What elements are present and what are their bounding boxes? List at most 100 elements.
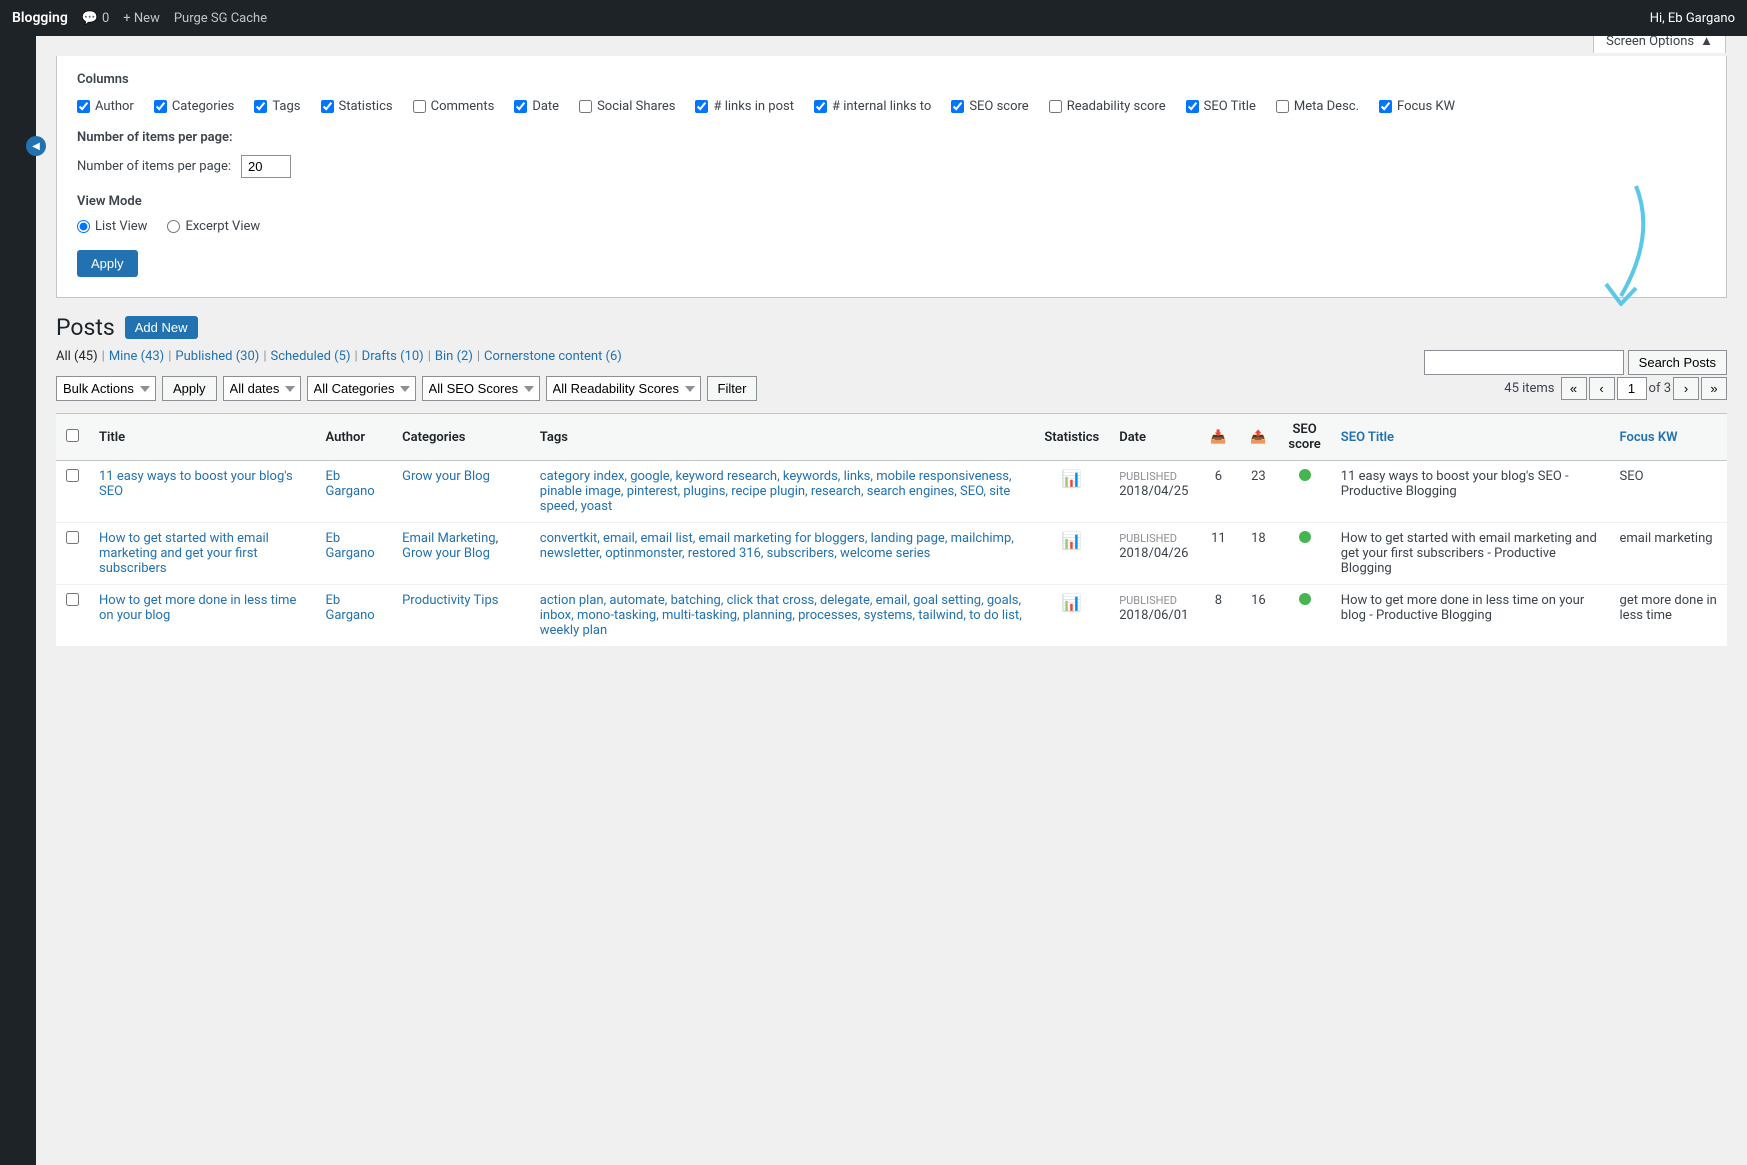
search-posts-button[interactable]: Search Posts (1628, 350, 1727, 375)
search-input[interactable] (1424, 350, 1624, 375)
col-seo-title-label[interactable]: SEO Title (1204, 99, 1256, 114)
filter-mine[interactable]: Mine (43) (109, 349, 164, 364)
links-to-icon: 📤 (1250, 430, 1266, 445)
dates-filter[interactable]: All dates (223, 376, 301, 401)
seo-scores-filter[interactable]: All SEO Scores (422, 376, 540, 401)
col-categories-checkbox[interactable] (154, 100, 167, 113)
col-date-label[interactable]: Date (532, 99, 559, 114)
select-all-checkbox[interactable] (66, 429, 79, 442)
row2-stats-icon[interactable]: 📊 (1062, 531, 1082, 550)
filter-drafts[interactable]: Drafts (10) (362, 349, 424, 364)
categories-filter[interactable]: All Categories (307, 376, 416, 401)
table-row: How to get more done in less time on you… (56, 585, 1727, 647)
row3-date-cell: Published 2018/06/01 (1109, 585, 1198, 647)
row2-cat-link-1[interactable]: Email Marketing (402, 531, 495, 546)
row3-stats-icon[interactable]: 📊 (1062, 593, 1082, 612)
col-readability-checkbox[interactable] (1049, 100, 1062, 113)
col-author-checkbox[interactable] (77, 100, 90, 113)
col-date-checkbox[interactable] (514, 100, 527, 113)
col-readability-label[interactable]: Readability score (1067, 99, 1166, 114)
view-list-label[interactable]: List View (95, 219, 147, 234)
col-comments-label[interactable]: Comments (431, 99, 495, 114)
col-links-post-label[interactable]: # links in post (713, 99, 794, 114)
col-statistics-label[interactable]: Statistics (339, 99, 393, 114)
row2-seo-dot (1299, 531, 1311, 543)
pagination-input[interactable] (241, 155, 291, 178)
admin-bar-new[interactable]: + New (123, 11, 160, 26)
sidebar-toggle[interactable]: ◀ (26, 136, 46, 156)
col-readability: Readability score (1049, 99, 1166, 114)
filter-button[interactable]: Filter (707, 376, 758, 401)
col-author: Author (77, 99, 134, 114)
row3-categories-cell: Productivity Tips (392, 585, 530, 647)
col-comments-checkbox[interactable] (413, 100, 426, 113)
col-internal-links-checkbox[interactable] (814, 100, 827, 113)
view-mode-title: View Mode (77, 194, 1706, 209)
col-statistics: Statistics (321, 99, 393, 114)
posts-table-body: 11 easy ways to boost your blog's SEO Eb… (56, 461, 1727, 647)
admin-bar-purge[interactable]: Purge SG Cache (174, 11, 267, 26)
col-seo-score-label[interactable]: SEO score (969, 99, 1028, 114)
col-categories-label[interactable]: Categories (172, 99, 235, 114)
readability-filter[interactable]: All Readability Scores (546, 376, 701, 401)
col-seo-title: SEO Title (1186, 99, 1256, 114)
col-social-checkbox[interactable] (579, 100, 592, 113)
admin-bar-comments[interactable]: 💬 0 (82, 11, 110, 26)
col-tags-label[interactable]: Tags (272, 99, 300, 114)
th-title[interactable]: Title (89, 414, 316, 461)
col-statistics-checkbox[interactable] (321, 100, 334, 113)
row1-cat-link[interactable]: Grow your Blog (402, 469, 490, 484)
row3-checkbox[interactable] (66, 593, 79, 606)
last-page-button[interactable]: » (1701, 377, 1727, 400)
col-seo-score-checkbox[interactable] (951, 100, 964, 113)
admin-bar-brand[interactable]: Blogging (12, 10, 68, 26)
view-list-radio[interactable] (77, 220, 90, 233)
filter-scheduled[interactable]: Scheduled (5) (271, 349, 351, 364)
col-links-post-checkbox[interactable] (695, 100, 708, 113)
th-seo-title[interactable]: SEO Title (1331, 414, 1610, 461)
view-excerpt-label[interactable]: Excerpt View (185, 219, 260, 234)
row1-checkbox[interactable] (66, 469, 79, 482)
row1-title-link[interactable]: 11 easy ways to boost your blog's SEO (99, 469, 293, 499)
next-page-button[interactable]: › (1673, 377, 1699, 400)
first-page-button[interactable]: « (1561, 377, 1587, 400)
col-internal-links-label[interactable]: # internal links to (832, 99, 931, 114)
view-excerpt-radio[interactable] (167, 220, 180, 233)
view-list: List View (77, 219, 147, 234)
col-meta-desc-checkbox[interactable] (1276, 100, 1289, 113)
pagination-label: Number of items per page: (77, 159, 231, 174)
row1-focus-kw-cell: SEO (1610, 461, 1727, 523)
row1-author-link[interactable]: Eb Gargano (326, 469, 375, 499)
col-tags-checkbox[interactable] (254, 100, 267, 113)
row3-author-link[interactable]: Eb Gargano (326, 593, 375, 623)
row2-title-link[interactable]: How to get started with email marketing … (99, 531, 269, 576)
prev-page-button[interactable]: ‹ (1589, 377, 1615, 400)
add-new-button[interactable]: Add New (125, 316, 198, 339)
row3-title-link[interactable]: How to get more done in less time on you… (99, 593, 296, 623)
row2-checkbox[interactable] (66, 531, 79, 544)
search-box: Search Posts (1424, 350, 1727, 375)
filter-cornerstone[interactable]: Cornerstone content (6) (484, 349, 622, 364)
col-social-label[interactable]: Social Shares (597, 99, 675, 114)
row2-author-link[interactable]: Eb Gargano (326, 531, 375, 561)
screen-options-apply-button[interactable]: Apply (77, 250, 138, 277)
row1-stats-icon[interactable]: 📊 (1062, 469, 1082, 488)
filter-all[interactable]: All (45) (56, 349, 98, 364)
filter-sep-4: | (354, 349, 357, 364)
filter-sep-2: | (168, 349, 171, 364)
filter-published[interactable]: Published (30) (175, 349, 259, 364)
col-focus-kw-checkbox[interactable] (1379, 100, 1392, 113)
col-focus-kw-label[interactable]: Focus KW (1397, 99, 1455, 114)
col-author-label[interactable]: Author (95, 99, 134, 114)
apply-button[interactable]: Apply (162, 376, 217, 401)
filter-bin[interactable]: Bin (2) (435, 349, 473, 364)
row3-cat-link[interactable]: Productivity Tips (402, 593, 498, 608)
page-number-input[interactable] (1617, 377, 1647, 400)
row3-author-cell: Eb Gargano (316, 585, 393, 647)
th-focus-kw[interactable]: Focus KW (1610, 414, 1727, 461)
admin-bar-user[interactable]: Hi, Eb Gargano (1650, 11, 1735, 26)
col-meta-desc-label[interactable]: Meta Desc. (1294, 99, 1359, 114)
col-seo-title-checkbox[interactable] (1186, 100, 1199, 113)
row2-cat-link-2[interactable]: Grow your Blog (402, 546, 490, 561)
bulk-actions-select[interactable]: Bulk Actions (56, 376, 156, 401)
